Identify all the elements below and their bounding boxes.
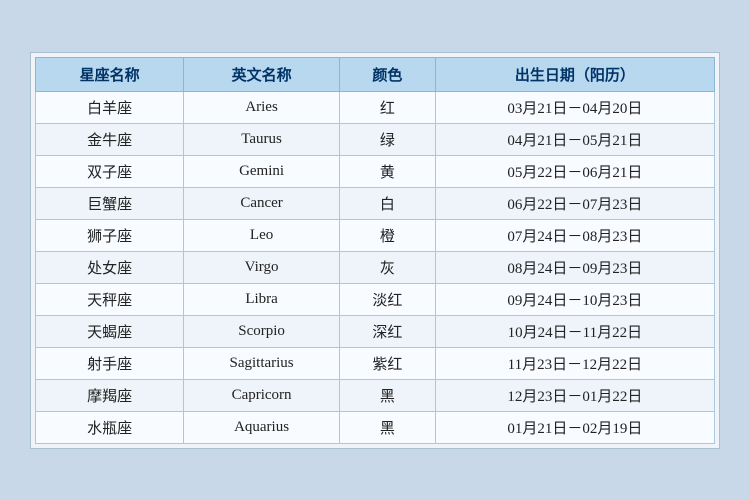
cell-color-8: 紫红 (339, 347, 435, 379)
cell-color-9: 黑 (339, 379, 435, 411)
col-header-english: 英文名称 (184, 57, 340, 91)
cell-english-7: Scorpio (184, 315, 340, 347)
cell-english-2: Gemini (184, 155, 340, 187)
cell-date-6: 09月24日－10月23日 (435, 283, 714, 315)
cell-date-0: 03月21日－04月20日 (435, 91, 714, 123)
table-row: 金牛座Taurus绿04月21日－05月21日 (36, 123, 715, 155)
cell-english-4: Leo (184, 219, 340, 251)
table-row: 摩羯座Capricorn黑12月23日－01月22日 (36, 379, 715, 411)
cell-chinese-2: 双子座 (36, 155, 184, 187)
table-row: 双子座Gemini黄05月22日－06月21日 (36, 155, 715, 187)
cell-date-1: 04月21日－05月21日 (435, 123, 714, 155)
table-row: 水瓶座Aquarius黑01月21日－02月19日 (36, 411, 715, 443)
cell-color-5: 灰 (339, 251, 435, 283)
cell-color-4: 橙 (339, 219, 435, 251)
cell-english-1: Taurus (184, 123, 340, 155)
cell-date-9: 12月23日－01月22日 (435, 379, 714, 411)
table-row: 白羊座Aries红03月21日－04月20日 (36, 91, 715, 123)
cell-chinese-0: 白羊座 (36, 91, 184, 123)
table-row: 天蝎座Scorpio深红10月24日－11月22日 (36, 315, 715, 347)
table-header-row: 星座名称 英文名称 颜色 出生日期（阳历） (36, 57, 715, 91)
cell-english-6: Libra (184, 283, 340, 315)
cell-color-2: 黄 (339, 155, 435, 187)
cell-date-2: 05月22日－06月21日 (435, 155, 714, 187)
cell-chinese-1: 金牛座 (36, 123, 184, 155)
cell-color-6: 淡红 (339, 283, 435, 315)
cell-date-5: 08月24日－09月23日 (435, 251, 714, 283)
table-row: 狮子座Leo橙07月24日－08月23日 (36, 219, 715, 251)
table-row: 天秤座Libra淡红09月24日－10月23日 (36, 283, 715, 315)
cell-chinese-6: 天秤座 (36, 283, 184, 315)
zodiac-table-wrapper: 星座名称 英文名称 颜色 出生日期（阳历） 白羊座Aries红03月21日－04… (30, 52, 720, 449)
col-header-date: 出生日期（阳历） (435, 57, 714, 91)
cell-chinese-9: 摩羯座 (36, 379, 184, 411)
cell-chinese-7: 天蝎座 (36, 315, 184, 347)
cell-chinese-5: 处女座 (36, 251, 184, 283)
cell-english-5: Virgo (184, 251, 340, 283)
cell-color-1: 绿 (339, 123, 435, 155)
cell-english-0: Aries (184, 91, 340, 123)
cell-english-8: Sagittarius (184, 347, 340, 379)
cell-chinese-3: 巨蟹座 (36, 187, 184, 219)
cell-chinese-4: 狮子座 (36, 219, 184, 251)
cell-date-10: 01月21日－02月19日 (435, 411, 714, 443)
cell-english-3: Cancer (184, 187, 340, 219)
cell-color-10: 黑 (339, 411, 435, 443)
table-row: 射手座Sagittarius紫红11月23日－12月22日 (36, 347, 715, 379)
cell-date-8: 11月23日－12月22日 (435, 347, 714, 379)
table-row: 处女座Virgo灰08月24日－09月23日 (36, 251, 715, 283)
col-header-color: 颜色 (339, 57, 435, 91)
col-header-chinese: 星座名称 (36, 57, 184, 91)
cell-date-7: 10月24日－11月22日 (435, 315, 714, 347)
cell-color-0: 红 (339, 91, 435, 123)
cell-color-7: 深红 (339, 315, 435, 347)
zodiac-table: 星座名称 英文名称 颜色 出生日期（阳历） 白羊座Aries红03月21日－04… (35, 57, 715, 444)
table-body: 白羊座Aries红03月21日－04月20日金牛座Taurus绿04月21日－0… (36, 91, 715, 443)
cell-english-10: Aquarius (184, 411, 340, 443)
cell-chinese-8: 射手座 (36, 347, 184, 379)
table-row: 巨蟹座Cancer白06月22日－07月23日 (36, 187, 715, 219)
cell-color-3: 白 (339, 187, 435, 219)
cell-english-9: Capricorn (184, 379, 340, 411)
cell-date-4: 07月24日－08月23日 (435, 219, 714, 251)
cell-date-3: 06月22日－07月23日 (435, 187, 714, 219)
cell-chinese-10: 水瓶座 (36, 411, 184, 443)
